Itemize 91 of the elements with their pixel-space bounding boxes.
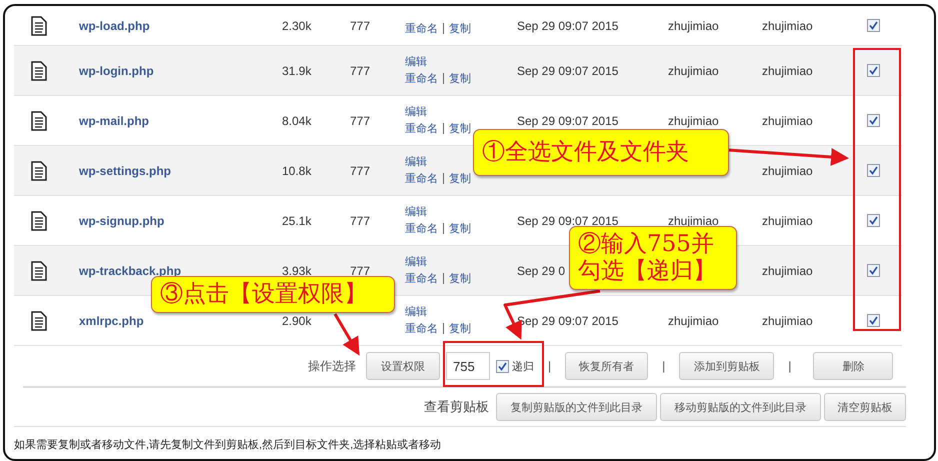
copy-link[interactable]: 复制: [449, 121, 471, 136]
document-icon: [31, 260, 47, 280]
checkbox[interactable]: [867, 214, 880, 227]
file-size: 10.8k: [282, 164, 312, 178]
checkbox[interactable]: [867, 64, 880, 77]
permission: 777: [350, 18, 370, 32]
file-size: 8.04k: [282, 114, 312, 128]
group-name: zhujimiao: [762, 114, 813, 128]
edit-link[interactable]: 编辑: [405, 104, 427, 119]
file-name-link[interactable]: wp-mail.php: [79, 114, 149, 128]
delete-button[interactable]: 删除: [813, 352, 894, 380]
file-name-link[interactable]: wp-settings.php: [79, 164, 171, 178]
modified-date: Sep 29 0: [517, 264, 566, 278]
separator: |: [548, 359, 552, 373]
owner-name: zhujimiao: [668, 314, 719, 328]
separator: |: [662, 359, 666, 373]
checkbox[interactable]: [867, 264, 880, 277]
file-name-link[interactable]: wp-trackback.php: [79, 264, 182, 278]
file-name-link[interactable]: wp-login.php: [79, 64, 154, 78]
file-name-link[interactable]: xmlrpc.php: [79, 314, 144, 328]
owner-name: zhujimiao: [668, 214, 719, 228]
checkbox[interactable]: [867, 164, 880, 177]
owner-name: zhujimiao: [668, 64, 719, 78]
edit-link[interactable]: 编辑: [405, 54, 427, 69]
rename-link[interactable]: 重命名: [405, 271, 438, 286]
permission: 777: [350, 164, 370, 178]
document-icon: [31, 160, 47, 180]
document-icon: [31, 60, 47, 80]
modified-date: Sep 29 09:07 2015: [517, 18, 618, 32]
file-name-link[interactable]: wp-load.php: [79, 18, 150, 32]
group-name: zhujimiao: [762, 64, 813, 78]
callout-note: ③点击【设置权限】: [151, 276, 395, 313]
checkbox[interactable]: [867, 314, 880, 327]
modified-date: Sep 29 09:07 2015: [517, 114, 618, 128]
rename-link[interactable]: 重命名: [405, 71, 438, 86]
copy-link[interactable]: 复制: [449, 171, 471, 186]
group-name: zhujimiao: [762, 164, 813, 178]
copy-link[interactable]: 复制: [449, 271, 471, 286]
clipboard-label: 查看剪贴板: [424, 398, 489, 416]
document-icon: [31, 210, 47, 230]
document-icon: [31, 110, 47, 130]
restore-owner-button[interactable]: 恢复所有者: [565, 352, 648, 380]
operation-label: 操作选择: [308, 358, 356, 374]
callout-note: ②输入755并 勾选【递归】: [569, 226, 737, 290]
arrow: [334, 313, 360, 356]
rename-link[interactable]: 重命名: [405, 21, 438, 36]
document-icon: [31, 16, 47, 36]
rename-link[interactable]: 重命名: [405, 221, 438, 236]
group-name: zhujimiao: [762, 18, 813, 32]
copy-link[interactable]: 复制: [449, 221, 471, 236]
file-size: 2.30k: [282, 18, 312, 32]
edit-link[interactable]: 编辑: [405, 154, 427, 169]
group-name: zhujimiao: [762, 214, 813, 228]
copy-link[interactable]: 复制: [449, 321, 471, 336]
owner-name: zhujimiao: [668, 114, 719, 128]
set-permission-button[interactable]: 设置权限: [366, 352, 440, 380]
permission: 777: [350, 114, 370, 128]
owner-name: zhujimiao: [668, 18, 719, 32]
file-size: 3.93k: [282, 264, 312, 278]
move-here-button[interactable]: 移动剪贴版的文件到此目录: [660, 393, 821, 421]
clear-clipboard-button[interactable]: 清空剪贴板: [824, 393, 906, 421]
file-name-link[interactable]: wp-signup.php: [79, 214, 164, 228]
edit-link[interactable]: 编辑: [405, 254, 427, 269]
checkbox[interactable]: [867, 19, 880, 32]
rename-link[interactable]: 重命名: [405, 171, 438, 186]
permission: 777: [350, 64, 370, 78]
separator: |: [788, 359, 792, 373]
edit-link[interactable]: 编辑: [405, 304, 427, 319]
file-size: 31.9k: [282, 64, 312, 78]
file-size: 2.90k: [282, 314, 312, 328]
rename-link[interactable]: 重命名: [405, 321, 438, 336]
checkbox[interactable]: [867, 114, 880, 127]
copy-link[interactable]: 复制: [449, 21, 471, 36]
callout-note: ①全选文件及文件夹: [473, 129, 729, 176]
group-name: zhujimiao: [762, 264, 813, 278]
add-to-clipboard-button[interactable]: 添加到剪贴板: [679, 352, 774, 380]
help-text: 如果需要复制或者移动文件,请先复制文件到剪贴板,然后到目标文件夹,选择粘贴或者移动: [14, 439, 442, 451]
checkbox[interactable]: [496, 360, 509, 372]
modified-date: Sep 29 09:07 2015: [517, 214, 618, 228]
modified-date: Sep 29 09:07 2015: [517, 64, 618, 78]
recursive-label: 递归: [512, 360, 534, 374]
group-name: zhujimiao: [762, 314, 813, 328]
copy-link[interactable]: 复制: [449, 71, 471, 86]
permission-input[interactable]: 755: [446, 352, 490, 380]
document-icon: [31, 310, 47, 330]
file-size: 25.1k: [282, 214, 312, 228]
rename-link[interactable]: 重命名: [405, 121, 438, 136]
permission: 777: [350, 214, 370, 228]
edit-link[interactable]: 编辑: [405, 204, 427, 219]
copy-here-button[interactable]: 复制剪贴版的文件到此目录: [496, 393, 657, 421]
permission: 777: [350, 264, 370, 278]
